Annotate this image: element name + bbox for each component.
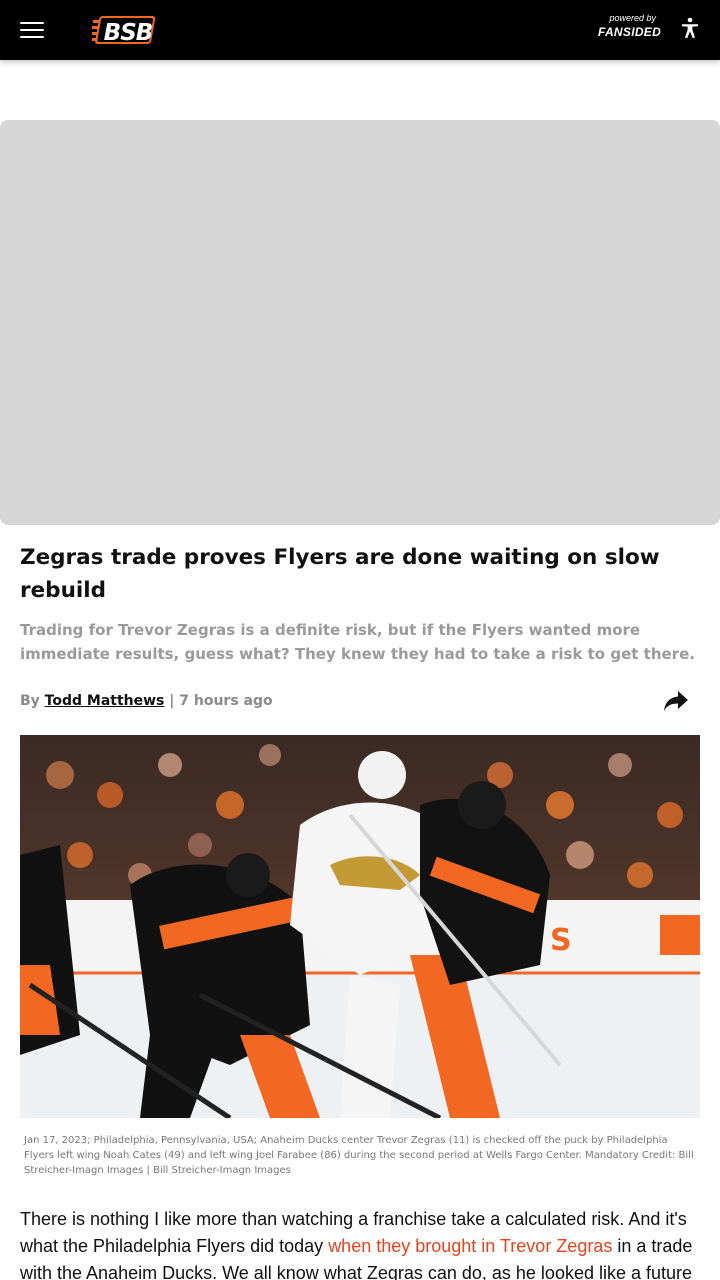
hamburger-menu-icon[interactable] <box>20 20 44 40</box>
site-logo[interactable]: BSB <box>90 14 158 46</box>
share-arrow-icon[interactable] <box>662 688 690 714</box>
accessibility-icon[interactable] <box>678 16 702 40</box>
top-navigation-bar: BSB powered by FANSIDED <box>0 0 720 60</box>
article-headline: Zegras trade proves Flyers are done wait… <box>20 545 660 603</box>
svg-text:S: S <box>550 923 572 958</box>
publish-time: 7 hours ago <box>179 693 273 709</box>
powered-by-label: powered by <box>609 13 656 23</box>
photo-caption: Jan 17, 2023; Philadelphia, Pennsylvania… <box>24 1135 694 1176</box>
byline-prefix: By <box>20 693 40 709</box>
network-name: FANSIDED <box>598 25 662 39</box>
article-dek: Trading for Trevor Zegras is a definite … <box>20 621 695 663</box>
article-body-paragraph: There is nothing I like more than watchi… <box>20 1206 702 1280</box>
article-hero-photo: S <box>20 735 700 1118</box>
author-link[interactable]: Todd Matthews <box>45 693 165 709</box>
ad-placeholder <box>0 120 720 525</box>
byline-separator: | <box>169 693 175 709</box>
zegras-trade-link[interactable]: when they brought in Trevor Zegras <box>328 1236 612 1256</box>
logo-text: BSB <box>104 20 153 46</box>
powered-by-badge[interactable]: powered by FANSIDED <box>598 13 662 45</box>
byline: By Todd Matthews | 7 hours ago <box>20 691 273 711</box>
